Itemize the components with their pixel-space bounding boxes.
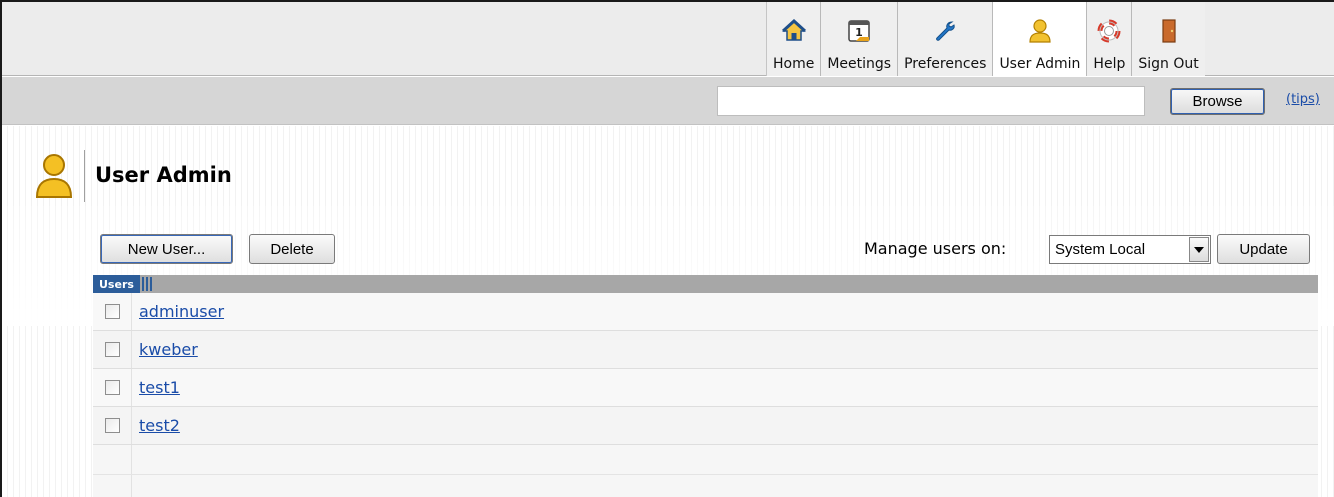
empty-table-row [93,445,1318,475]
delete-button[interactable]: Delete [249,234,335,264]
table-row: test1 [93,369,1318,407]
main-nav: Home 1 Meetings Preferences User Admin H… [766,2,1205,76]
tips-link[interactable]: (tips) [1286,92,1320,107]
user-link[interactable]: test2 [139,416,180,435]
empty-select-cell [93,445,132,474]
nav-item-preferences[interactable]: Preferences [897,2,993,76]
wrench-icon [930,16,960,46]
table-header: Users [93,275,1318,293]
nav-label-user-admin: User Admin [999,56,1081,72]
search-bar: Browse (tips) [2,77,1334,125]
column-resize-handle[interactable] [141,277,154,291]
row-checkbox[interactable] [104,418,120,433]
nav-label-sign-out: Sign Out [1138,56,1199,72]
nav-label-home: Home [773,56,815,72]
user-link[interactable]: kweber [139,340,198,359]
row-checkbox[interactable] [104,304,120,319]
browse-button[interactable]: Browse [1170,88,1265,115]
nav-item-home[interactable]: Home [766,2,821,76]
row-select-cell [93,331,132,368]
user-link[interactable]: test1 [139,378,180,397]
new-user-button[interactable]: New User... [100,234,233,264]
nav-label-help: Help [1093,56,1126,72]
manage-users-value: System Local [1055,241,1146,258]
manage-users-label: Manage users on: [864,239,1007,258]
manage-users-select[interactable]: System Local [1049,235,1211,264]
empty-select-cell [93,475,132,497]
page-title: User Admin [95,163,232,187]
title-divider [84,150,85,202]
user-icon [1025,16,1055,46]
lifebuoy-icon [1094,16,1124,46]
search-input[interactable] [717,86,1145,116]
nav-item-user-admin[interactable]: User Admin [992,2,1087,76]
update-button[interactable]: Update [1217,234,1310,264]
row-select-cell [93,407,132,444]
chevron-down-icon[interactable] [1189,237,1209,262]
nav-item-sign-out[interactable]: Sign Out [1131,2,1205,76]
home-icon [779,16,809,46]
empty-table-row [93,475,1318,497]
row-select-cell [93,293,132,330]
table-row: adminuser [93,293,1318,331]
calendar-icon: 1 [844,16,874,46]
door-icon [1154,16,1184,46]
nav-label-meetings: Meetings [827,56,892,72]
user-link[interactable]: adminuser [139,302,224,321]
row-checkbox[interactable] [104,380,120,395]
nav-item-meetings[interactable]: 1 Meetings [820,2,898,76]
table-row: test2 [93,407,1318,445]
table-row: kweber [93,331,1318,369]
app-window: Home 1 Meetings Preferences User Admin H… [0,0,1334,497]
column-header-users[interactable]: Users [93,275,140,293]
row-checkbox[interactable] [104,342,120,357]
nav-label-preferences: Preferences [904,56,987,72]
user-icon [34,152,74,200]
nav-item-help[interactable]: Help [1086,2,1132,76]
row-select-cell [93,369,132,406]
top-nav-bar: Home 1 Meetings Preferences User Admin H… [2,2,1334,76]
users-table: Users adminuser kweber test1 test2 [93,275,1318,497]
